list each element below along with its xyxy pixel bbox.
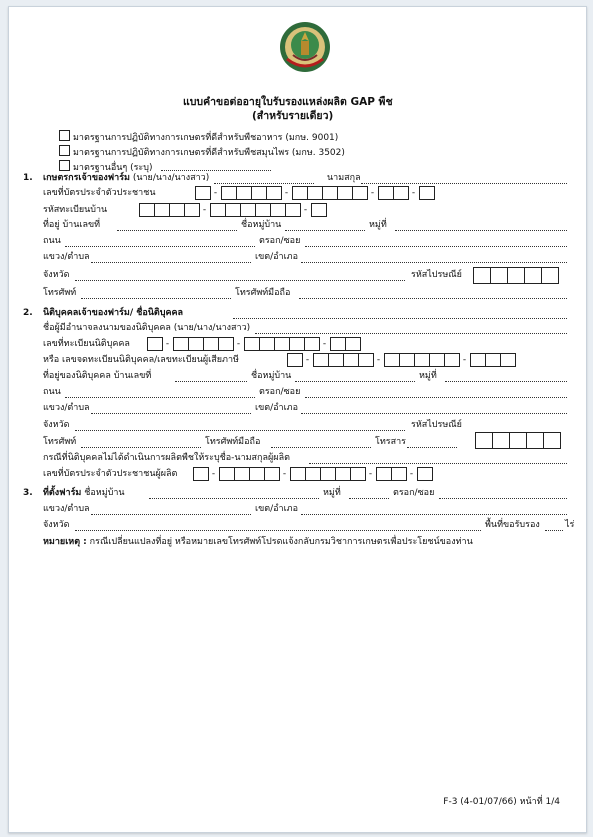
s1-province-label: จังหวัด bbox=[43, 270, 70, 280]
fill-line[interactable] bbox=[545, 530, 563, 531]
s2-postcode-label: รหัสไปรษณีย์ bbox=[411, 420, 462, 430]
s3-subdistrict-label: แขวง/ตำบล bbox=[43, 504, 90, 514]
form-subtitle: (สำหรับรายเดียว) bbox=[252, 110, 334, 122]
s1-postcode-boxes[interactable] bbox=[473, 267, 559, 284]
s3-province-label: จังหวัด bbox=[43, 520, 70, 530]
s2-address-label: ที่อยู่ของนิติบุคคล บ้านเลขที่ bbox=[43, 371, 152, 381]
fill-line[interactable] bbox=[117, 230, 237, 231]
s1-housereg-label: รหัสทะเบียนบ้าน bbox=[43, 205, 108, 215]
s2-phone-label: โทรศัพท์ bbox=[43, 437, 77, 447]
fill-line[interactable] bbox=[81, 298, 231, 299]
s1-heading: เกษตรกรเจ้าของฟาร์ม (นาย/นาง/นางสาว) bbox=[43, 173, 210, 183]
fill-line[interactable] bbox=[75, 530, 481, 531]
section-3-number: 3. bbox=[23, 488, 33, 498]
name-line[interactable] bbox=[214, 183, 314, 184]
fill-line[interactable] bbox=[407, 447, 457, 448]
s2-authorized-label: ชื่อผู้มีอำนาจลงนามของนิติบุคคล (นาย/นาง… bbox=[43, 323, 251, 333]
checkbox[interactable] bbox=[59, 145, 70, 156]
fill-line[interactable] bbox=[301, 413, 567, 414]
s1-idcard-boxes[interactable]: ---- bbox=[195, 186, 435, 200]
s3-heading: ที่ตั้งฟาร์ม ชื่อหมู่บ้าน bbox=[43, 488, 125, 498]
fill-line[interactable] bbox=[75, 430, 405, 431]
s2-taxid-label: หรือ เลขจดทะเบียนนิติบุคคล/เลขทะเบียนผู้… bbox=[43, 355, 239, 365]
s1-soi-label: ตรอก/ซอย bbox=[259, 236, 301, 246]
note: หมายเหตุ : กรณีเปลี่ยนแปลงที่อยู่ หรือหม… bbox=[43, 537, 473, 547]
s3-moo-label: หมู่ที่ bbox=[323, 488, 341, 498]
s2-producer-id-label: เลขที่บัตรประจำตัวประชาชนผู้ผลิต bbox=[43, 469, 178, 479]
fill-line[interactable] bbox=[301, 262, 567, 263]
fill-line[interactable] bbox=[349, 498, 389, 499]
s2-moo-label: หมู่ที่ bbox=[419, 371, 437, 381]
fill-line[interactable] bbox=[91, 514, 251, 515]
s1-postcode-label: รหัสไปรษณีย์ bbox=[411, 270, 462, 280]
s2-village-label: ชื่อหมู่บ้าน bbox=[251, 371, 292, 381]
fill-line[interactable] bbox=[81, 447, 201, 448]
fill-line[interactable] bbox=[299, 298, 567, 299]
s2-juristic-boxes[interactable]: --- bbox=[147, 337, 361, 351]
fill-line[interactable] bbox=[305, 397, 567, 398]
fill-line[interactable] bbox=[445, 381, 567, 382]
surname-line[interactable] bbox=[361, 183, 567, 184]
s2-road-label: ถนน bbox=[43, 387, 61, 397]
fill-line[interactable] bbox=[149, 498, 319, 499]
standard-option-1[interactable]: มาตรฐานการปฏิบัติทางการเกษตรที่ดีสำหรับพ… bbox=[59, 130, 338, 144]
s1-road-label: ถนน bbox=[43, 236, 61, 246]
s2-postcode-boxes[interactable] bbox=[475, 432, 561, 449]
fill-line[interactable] bbox=[91, 262, 251, 263]
s3-area-label: พื้นที่ขอรับรอง bbox=[485, 520, 540, 530]
fill-line[interactable] bbox=[161, 170, 271, 171]
fill-line[interactable] bbox=[309, 463, 567, 464]
page-footer: F-3 (4-01/07/66) หน้าที่ 1/4 bbox=[443, 797, 560, 807]
s2-province-label: จังหวัด bbox=[43, 420, 70, 430]
s3-district-label: เขต/อำเภอ bbox=[255, 504, 298, 514]
fill-line[interactable] bbox=[75, 280, 405, 281]
s2-district-label: เขต/อำเภอ bbox=[255, 403, 298, 413]
fill-line[interactable] bbox=[65, 397, 255, 398]
standard-option-3[interactable]: มาตรฐานอื่นๆ (ระบุ) bbox=[59, 160, 153, 174]
s3-rai-label: ไร่ bbox=[565, 520, 575, 530]
fill-line[interactable] bbox=[255, 333, 567, 334]
s2-fax-label: โทรสาร bbox=[375, 437, 406, 447]
s1-subdistrict-label: แขวง/ตำบล bbox=[43, 252, 90, 262]
s3-soi-label: ตรอก/ซอย bbox=[393, 488, 435, 498]
s2-mobile-label: โทรศัพท์มือถือ bbox=[205, 437, 261, 447]
s2-producer-label: กรณีที่นิติบุคคลไม่ได้ดำเนินการผลิตพืชให… bbox=[43, 453, 290, 463]
s2-taxid-boxes[interactable]: --- bbox=[287, 353, 516, 367]
fill-line[interactable] bbox=[305, 246, 567, 247]
s2-heading: นิติบุคคลเจ้าของฟาร์ม/ ชื่อนิติบุคคล bbox=[43, 308, 184, 318]
form-title: แบบคำขอต่ออายุใบรับรองแหล่งผลิต GAP พืช bbox=[183, 96, 393, 108]
fill-line[interactable] bbox=[395, 230, 567, 231]
s1-village-label: ชื่อหมู่บ้าน bbox=[241, 220, 282, 230]
standard-option-2[interactable]: มาตรฐานการปฏิบัติทางการเกษตรที่ดีสำหรับพ… bbox=[59, 145, 345, 159]
fill-line[interactable] bbox=[295, 381, 415, 382]
s2-subdistrict-label: แขวง/ตำบล bbox=[43, 403, 90, 413]
s1-mobile-label: โทรศัพท์มือถือ bbox=[235, 288, 291, 298]
fill-line[interactable] bbox=[285, 230, 365, 231]
s1-phone-label: โทรศัพท์ bbox=[43, 288, 77, 298]
form-page: แบบคำขอต่ออายุใบรับรองแหล่งผลิต GAP พืช … bbox=[8, 6, 587, 833]
department-logo bbox=[280, 22, 330, 72]
s1-surname-label: นามสกุล bbox=[327, 173, 361, 183]
s1-idcard-label: เลขที่บัตรประจำตัวประชาชน bbox=[43, 188, 156, 198]
fill-line[interactable] bbox=[271, 447, 371, 448]
fill-line[interactable] bbox=[65, 246, 255, 247]
s1-address-label: ที่อยู่ บ้านเลขที่ bbox=[43, 220, 101, 230]
s1-moo-label: หมู่ที่ bbox=[369, 220, 387, 230]
fill-line[interactable] bbox=[91, 413, 251, 414]
fill-line[interactable] bbox=[301, 514, 567, 515]
fill-line[interactable] bbox=[233, 318, 567, 319]
s2-soi-label: ตรอก/ซอย bbox=[259, 387, 301, 397]
checkbox[interactable] bbox=[59, 160, 70, 171]
s1-district-label: เขต/อำเภอ bbox=[255, 252, 298, 262]
s1-housereg-boxes[interactable]: -- bbox=[139, 203, 327, 217]
s2-producer-id-boxes[interactable]: ---- bbox=[193, 467, 433, 481]
section-2-number: 2. bbox=[23, 308, 33, 318]
section-1-number: 1. bbox=[23, 173, 33, 183]
fill-line[interactable] bbox=[175, 381, 247, 382]
checkbox[interactable] bbox=[59, 130, 70, 141]
s2-juristic-label: เลขที่ทะเบียนนิติบุคคล bbox=[43, 339, 130, 349]
fill-line[interactable] bbox=[439, 498, 567, 499]
